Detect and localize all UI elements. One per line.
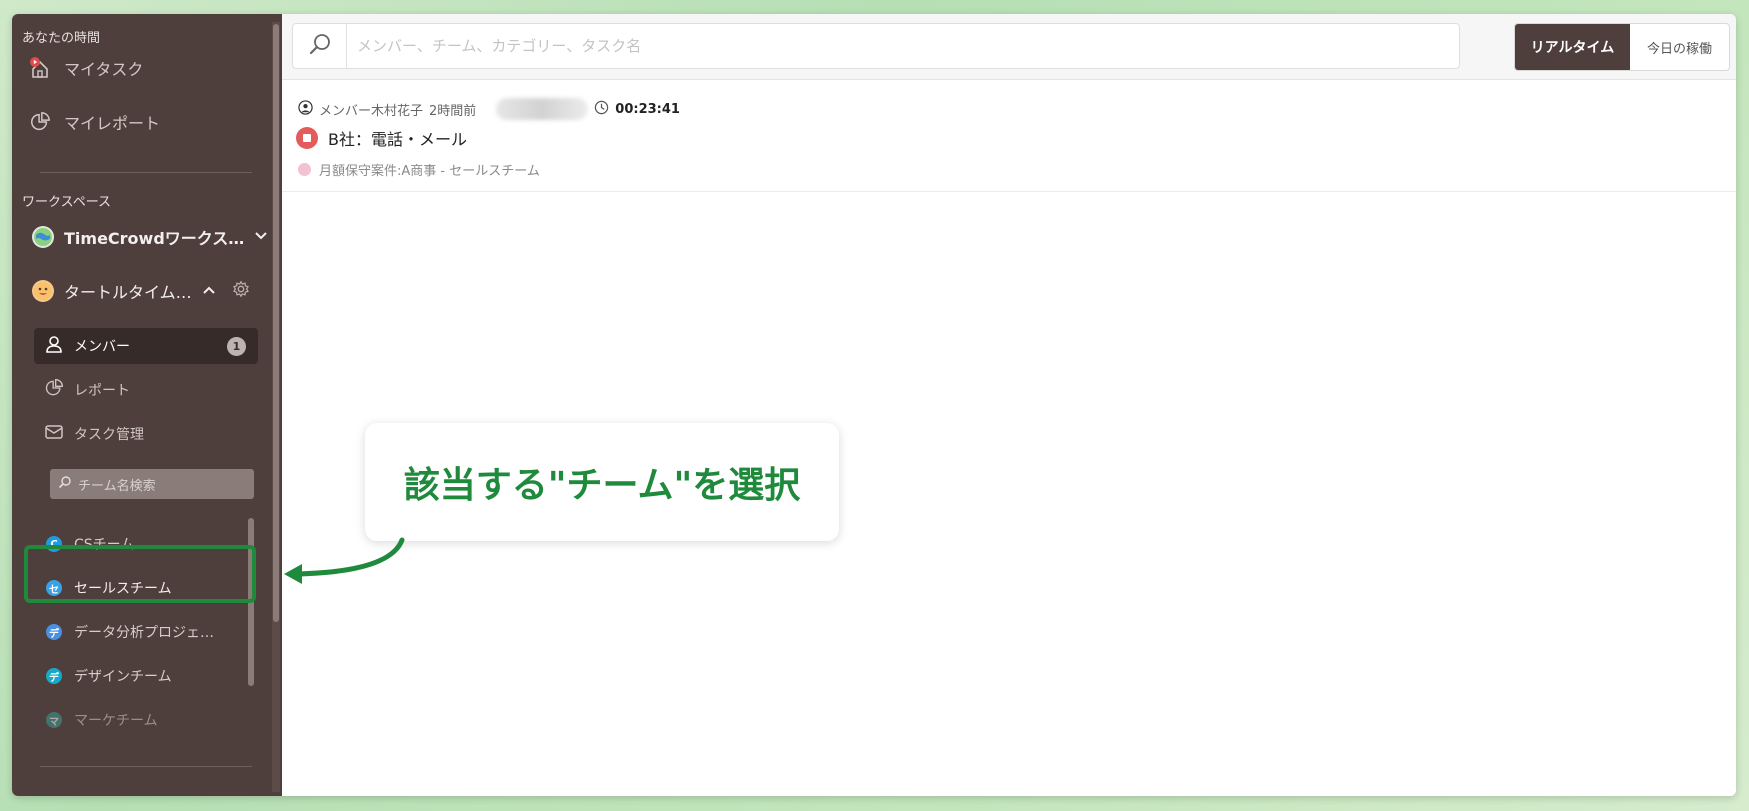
redacted-chip [496, 98, 589, 120]
report-label: レポート [74, 383, 130, 399]
pie-chart-icon [28, 110, 52, 134]
entry-meta: メンバー木村花子 2時間前 00:23:41 [298, 98, 680, 120]
sidebar-item-report[interactable]: レポート [34, 372, 258, 408]
chevron-up-icon[interactable] [202, 282, 216, 301]
pie-chart-icon [44, 378, 64, 402]
members-label: メンバー [74, 339, 130, 355]
today-activity-toggle-button[interactable]: 今日の稼働 [1630, 24, 1729, 70]
workspace-item-timecrowd[interactable]: TimeCrowdワークス… [32, 220, 268, 254]
top-bar: リアルタイム 今日の稼働 [282, 14, 1736, 80]
workspace-name: タートルタイム… [64, 283, 192, 302]
team-search-input[interactable]: チーム名検索 [50, 469, 254, 499]
realtime-toggle-button[interactable]: リアルタイム [1515, 24, 1630, 70]
entry-ago: 2時間前 [429, 103, 477, 119]
workspace-heading: ワークスペース [22, 195, 112, 210]
search-icon [58, 475, 72, 493]
entry-duration: 00:23:41 [615, 101, 680, 117]
category-color-dot [298, 163, 311, 176]
app-window: あなたの時間 マイタスク マイレポート ワークスペース TimeCrowdワーク… [12, 14, 1736, 796]
entry-title: B社：電話・メール [328, 130, 467, 149]
sidebar-item-my-task[interactable]: マイタスク [28, 50, 143, 86]
team-label: データ分析プロジェ… [74, 625, 214, 641]
team-item-data-analysis[interactable]: デ データ分析プロジェ… [46, 614, 246, 650]
user-circle-icon [298, 99, 313, 119]
team-avatar: デ [46, 624, 62, 640]
chevron-down-icon[interactable] [254, 228, 268, 247]
stop-icon [303, 134, 311, 142]
inbox-icon [44, 422, 64, 446]
sidebar-divider [40, 172, 252, 173]
gear-icon[interactable] [232, 280, 250, 302]
callout-arrow-icon [284, 537, 405, 584]
search-input[interactable] [347, 26, 1459, 66]
my-task-icon [28, 56, 52, 80]
globe-avatar-icon [32, 226, 54, 248]
team-label: デザインチーム [74, 669, 172, 685]
workspace-name: TimeCrowdワークス… [64, 229, 245, 248]
team-label: マーケチーム [74, 713, 158, 729]
sidebar: あなたの時間 マイタスク マイレポート ワークスペース TimeCrowdワーク… [12, 14, 282, 796]
sidebar-item-my-report[interactable]: マイレポート [28, 104, 160, 140]
main-content: リアルタイム 今日の稼働 メンバー木村花子 2時間前 [282, 14, 1736, 796]
team-search-placeholder: チーム名検索 [78, 478, 156, 494]
sidebar-item-task-management[interactable]: タスク管理 [34, 416, 258, 452]
global-search[interactable] [292, 23, 1460, 69]
instruction-callout: 該当する"チーム"を選択 [365, 423, 839, 541]
emoji-avatar-icon [32, 280, 54, 302]
sidebar-item-members[interactable]: メンバー 1 [34, 328, 258, 364]
stop-timer-button[interactable] [296, 127, 318, 149]
workspace-item-turtle-time[interactable]: タートルタイム… [32, 274, 250, 308]
your-time-heading: あなたの時間 [22, 31, 101, 46]
sales-team-highlight [24, 545, 256, 603]
team-item-marketing[interactable]: マ マーケチーム [46, 702, 246, 738]
team-avatar: マ [46, 712, 62, 728]
entry-category-row: 月額保守案件:A商事 - セールスチーム [298, 160, 540, 179]
member-count-badge: 1 [227, 337, 246, 356]
sidebar-scrollbar-thumb[interactable] [273, 24, 279, 622]
search-icon [307, 31, 333, 61]
search-button[interactable] [293, 24, 347, 68]
user-icon [44, 334, 64, 358]
time-entry-row[interactable]: メンバー木村花子 2時間前 00:23:41 B社：電話・メール 月額保守案件:… [282, 80, 1736, 192]
my-task-label: マイタスク [64, 60, 144, 79]
entry-member: メンバー木村花子 [319, 103, 424, 119]
my-report-label: マイレポート [64, 114, 161, 133]
entry-title-row: B社：電話・メール [296, 126, 467, 150]
task-management-label: タスク管理 [74, 427, 144, 443]
clock-icon [594, 100, 609, 119]
entry-category: 月額保守案件:A商事 - セールスチーム [319, 164, 540, 179]
team-avatar: デ [46, 668, 62, 684]
sidebar-divider-bottom [40, 766, 252, 767]
team-item-design[interactable]: デ デザインチーム [46, 658, 246, 694]
view-toggle: リアルタイム 今日の稼働 [1514, 23, 1730, 71]
